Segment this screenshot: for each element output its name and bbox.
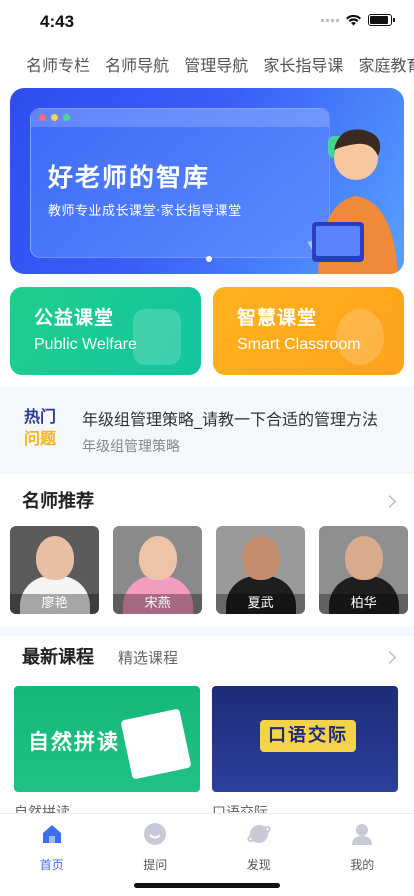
section-title: 最新课程 xyxy=(22,647,94,668)
hot-question-title: 年级组管理策略_请教一下合适的管理方法 xyxy=(82,410,379,429)
course-card[interactable]: 口语交际 口语交际 xyxy=(212,686,398,816)
top-nav-item[interactable]: 家庭教育 xyxy=(358,52,414,80)
discover-icon xyxy=(247,825,271,843)
home-indicator[interactable] xyxy=(134,883,280,888)
teacher-illustration xyxy=(312,129,398,274)
course-image: 口语交际 xyxy=(212,686,398,792)
chevron-right-icon[interactable] xyxy=(383,495,396,508)
section-subtitle: 精选课程 xyxy=(118,649,179,667)
book-icon xyxy=(120,708,192,780)
top-nav-item[interactable]: 名师导航 xyxy=(105,52,169,80)
signal-icon xyxy=(321,18,339,22)
banner-subtitle: 教师专业成长课堂·家长指导课堂 xyxy=(48,204,242,219)
teacher-list: 廖艳 宋燕 夏武 柏华 xyxy=(10,526,414,614)
hot-question-subtitle: 年级组管理策略 xyxy=(82,439,180,455)
category-cards: 公益课堂 Public Welfare 智慧课堂 Smart Classroom xyxy=(10,287,404,375)
teacher-card[interactable]: 柏华 xyxy=(319,526,409,614)
question-icon xyxy=(144,823,167,845)
hero-banner[interactable]: 好老师的智库 教师专业成长课堂·家长指导课堂 语文 xyxy=(10,88,404,274)
home-icon xyxy=(42,825,61,843)
hot-question-badge: 热门 问题 xyxy=(24,407,57,448)
section-title: 名师推荐 xyxy=(22,491,94,512)
tab-label: 我的 xyxy=(350,858,375,872)
banner-pager-dot[interactable] xyxy=(206,256,212,262)
teacher-name: 廖艳 xyxy=(10,594,99,614)
top-nav-item[interactable]: 家长指导课 xyxy=(263,52,343,80)
battery-icon xyxy=(368,14,395,26)
public-welfare-card[interactable]: 公益课堂 Public Welfare xyxy=(10,287,201,375)
status-icons xyxy=(321,14,395,26)
teacher-name: 柏华 xyxy=(319,594,409,614)
course-card[interactable]: 自然拼读 自然拼读 xyxy=(14,686,200,816)
course-list: 自然拼读 自然拼读 口语交际 口语交际 xyxy=(14,686,414,816)
banner-title: 好老师的智库 xyxy=(48,163,211,192)
top-nav-item[interactable]: 名师专栏 xyxy=(26,52,90,80)
teacher-card[interactable]: 夏武 xyxy=(216,526,306,614)
chevron-right-icon[interactable] xyxy=(383,651,396,664)
teachers-section-header[interactable]: 名师推荐 xyxy=(0,486,414,518)
teacher-name: 夏武 xyxy=(216,594,306,614)
teacher-name: 宋燕 xyxy=(113,594,203,614)
status-bar: 4:43 xyxy=(0,0,414,44)
tab-home[interactable]: 首页 xyxy=(0,814,104,896)
section-divider xyxy=(0,626,414,636)
status-time: 4:43 xyxy=(40,12,75,31)
tab-label: 提问 xyxy=(143,858,168,872)
tab-label: 发现 xyxy=(246,858,271,872)
smart-classroom-card[interactable]: 智慧课堂 Smart Classroom xyxy=(213,287,404,375)
bulb-icon xyxy=(336,309,384,365)
courses-section-header[interactable]: 最新课程 精选课程 xyxy=(0,642,414,674)
tab-label: 首页 xyxy=(39,858,64,872)
profile-icon xyxy=(352,824,373,845)
cup-icon xyxy=(133,309,181,365)
teacher-card[interactable]: 廖艳 xyxy=(10,526,99,614)
tab-profile[interactable]: 我的 xyxy=(311,814,414,896)
top-nav: 名师专栏 名师导航 管理导航 家长指导课 家庭教育 xyxy=(0,52,414,80)
hot-question[interactable]: 热门 问题 年级组管理策略_请教一下合适的管理方法 年级组管理策略 xyxy=(0,386,414,474)
teacher-card[interactable]: 宋燕 xyxy=(113,526,203,614)
course-image: 自然拼读 xyxy=(14,686,200,792)
wifi-icon xyxy=(346,14,361,26)
top-nav-item[interactable]: 管理导航 xyxy=(184,52,248,80)
